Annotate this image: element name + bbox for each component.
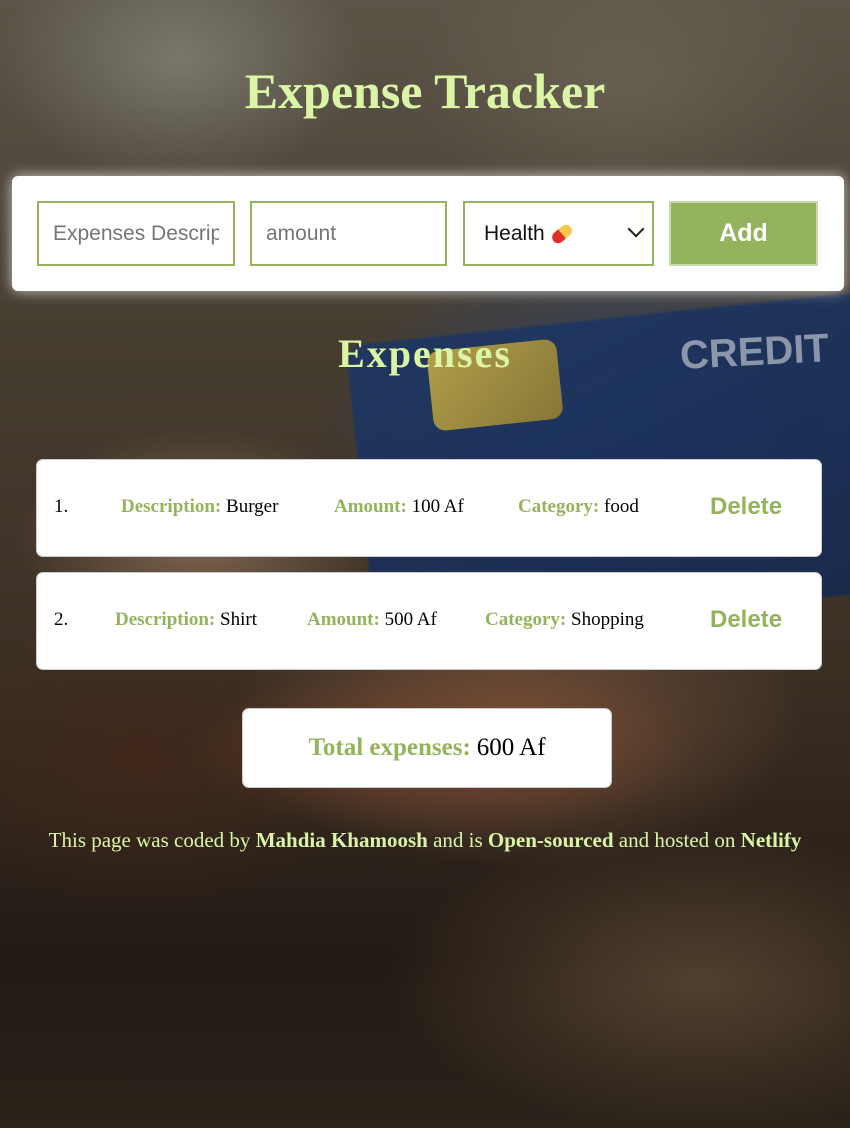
category-label: Category:: [485, 609, 567, 630]
category-value: Shopping: [571, 609, 644, 630]
description-cell: Description: Burger: [121, 496, 278, 518]
author-name: Mahdia Khamoosh: [255, 828, 428, 852]
expenses-heading: Expenses: [338, 331, 512, 376]
footer-text-1: This page was coded by: [48, 828, 256, 852]
pill-icon: [549, 221, 574, 246]
expense-form: Health Add: [12, 176, 844, 291]
footer: This page was coded by Mahdia Khamoosh a…: [0, 828, 850, 853]
category-cell: Category: food: [518, 496, 639, 518]
amount-label: Amount:: [307, 609, 380, 630]
category-value: food: [604, 496, 639, 517]
amount-value: 100 Af: [411, 496, 464, 517]
row-index: 2.: [54, 609, 69, 630]
total-value: 600 Af: [476, 734, 546, 761]
amount-input[interactable]: [250, 201, 447, 266]
expense-row: 1. Description: Burger Amount: 100 Af Ca…: [36, 459, 822, 557]
expense-row: 2. Description: Shirt Amount: 500 Af Cat…: [36, 572, 822, 670]
description-cell: Description: Shirt: [115, 609, 257, 631]
category-selected-value: Health: [484, 221, 545, 245]
delete-button[interactable]: Delete: [710, 493, 782, 521]
amount-cell: Amount: 500 Af: [307, 609, 437, 631]
row-index: 1.: [54, 496, 69, 517]
description-label: Description:: [121, 496, 222, 517]
footer-text-2: and is: [427, 828, 488, 852]
category-select[interactable]: Health: [463, 201, 654, 266]
description-label: Description:: [115, 609, 216, 630]
total-expenses-box: Total expenses: 600 Af: [242, 708, 612, 788]
category-cell: Category: Shopping: [485, 609, 644, 631]
delete-button[interactable]: Delete: [710, 606, 782, 634]
amount-label: Amount:: [334, 496, 407, 517]
total-label: Total expenses:: [308, 734, 471, 761]
open-source-text: Open-sourced: [487, 828, 614, 852]
amount-cell: Amount: 100 Af: [334, 496, 464, 518]
description-value: Shirt: [220, 609, 257, 630]
host-name: Netlify: [740, 828, 802, 852]
description-input[interactable]: [37, 201, 235, 266]
footer-text-3: and hosted on: [613, 828, 741, 852]
amount-value: 500 Af: [384, 609, 437, 630]
category-label: Category:: [518, 496, 600, 517]
app-content: Expense Tracker Health Add Expenses 1. D…: [0, 0, 850, 1128]
add-button[interactable]: Add: [669, 201, 818, 266]
page-title: Expense Tracker: [244, 63, 606, 119]
chevron-down-icon: [627, 220, 645, 238]
description-value: Burger: [226, 496, 279, 517]
